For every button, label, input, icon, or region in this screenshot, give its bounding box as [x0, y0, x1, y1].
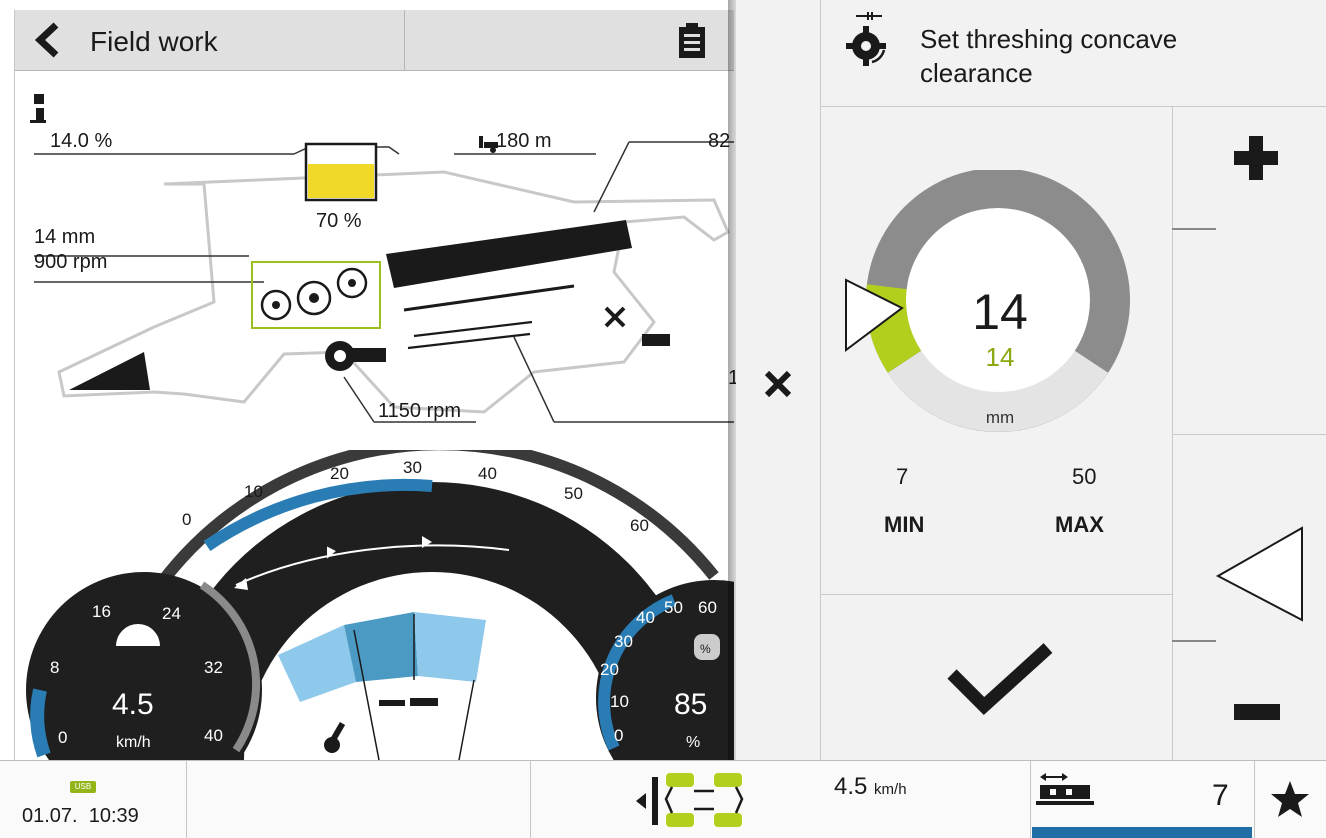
- speed-tick-16: 16: [92, 602, 111, 621]
- working-width-bar: [1032, 827, 1252, 838]
- max-label: MAX: [1055, 512, 1104, 537]
- max-value: 50: [1072, 464, 1097, 489]
- favorites-star-icon[interactable]: [1270, 779, 1310, 819]
- speed-value: 4.5: [112, 688, 154, 721]
- speed-tick-40: 40: [204, 726, 223, 745]
- drum-speed-value[interactable]: 900 rpm: [34, 251, 107, 274]
- overlay-divider-5: [1172, 434, 1326, 435]
- speed-tick-24: 24: [162, 604, 181, 623]
- svg-text:%: %: [700, 642, 711, 656]
- speed-tick-0: 0: [58, 728, 68, 747]
- main-tick-30: 30: [403, 458, 422, 477]
- status-divider-3: [1030, 761, 1031, 838]
- overlay-divider-3: [1172, 106, 1173, 760]
- plus-tick: [1172, 228, 1216, 230]
- load-tick-0: 0: [614, 726, 624, 745]
- status-speed: 4.5 km/h: [834, 773, 907, 801]
- usb-indicator: USB: [70, 781, 96, 793]
- load-bar-right: [414, 612, 486, 682]
- grain-tank-level: 70 %: [316, 210, 362, 232]
- load-tick-20: 20: [600, 660, 619, 679]
- working-width-icon: [1036, 773, 1094, 805]
- left-header: Field work: [14, 10, 734, 71]
- load-unit: %: [686, 734, 701, 751]
- increase-plus-icon[interactable]: [1232, 134, 1280, 182]
- main-tick-20: 20: [330, 464, 349, 483]
- gauge-set-value: 14: [985, 342, 1015, 372]
- distance-value: 180 m: [496, 130, 552, 152]
- speed-tick-32: 32: [204, 658, 223, 677]
- overlay-divider-4: [820, 594, 1172, 595]
- concave-clearance-value[interactable]: 14 mm: [34, 226, 95, 249]
- confirm-checkmark-icon[interactable]: [946, 640, 1056, 720]
- load-tick-30: 30: [614, 632, 633, 651]
- decrease-minus-icon[interactable]: [1234, 704, 1280, 720]
- fan-speed-value[interactable]: 1150 rpm: [378, 400, 461, 423]
- load-tick-10: 10: [610, 692, 629, 711]
- status-speed-value: 4.5: [834, 773, 868, 800]
- load-tick-50: 50: [664, 598, 683, 617]
- load-value: 85: [674, 688, 708, 721]
- speed-tick-8: 8: [50, 658, 60, 677]
- date-time: 01.07. 10:39: [22, 805, 139, 828]
- grain-moisture-icon: [30, 94, 46, 123]
- status-divider-4: [1254, 761, 1255, 838]
- main-tick-60: 60: [630, 516, 649, 535]
- status-bar: USB 01.07. 10:39 4.5 km/h 7: [0, 760, 1326, 838]
- back-chevron-icon[interactable]: [32, 22, 62, 58]
- speed-unit: km/h: [116, 734, 151, 751]
- main-tick-10: 10: [244, 482, 263, 501]
- status-divider-2: [530, 761, 531, 838]
- working-width-value[interactable]: 7: [1212, 779, 1229, 813]
- status-divider-1: [186, 761, 187, 838]
- edge-value-82: 82: [708, 130, 731, 152]
- clipboard-icon[interactable]: [676, 22, 708, 60]
- grain-tank-fill: [308, 164, 374, 198]
- load-tick-40: 40: [636, 608, 655, 627]
- machine-steering-icon[interactable]: [632, 769, 750, 829]
- main-tick-50: 50: [564, 484, 583, 503]
- close-icon[interactable]: [762, 368, 794, 400]
- min-value: 7: [896, 464, 909, 489]
- date: 01.07.: [22, 805, 78, 827]
- minus-tick: [1172, 640, 1216, 642]
- gauge-unit: mm: [985, 408, 1015, 427]
- scroll-left-triangle-icon[interactable]: [1214, 526, 1304, 622]
- main-tick-40: 40: [478, 464, 497, 483]
- moisture-value: 14.0 %: [50, 130, 113, 152]
- header-divider: [404, 10, 405, 70]
- status-speed-unit: km/h: [874, 781, 907, 798]
- gauge-current-value: 14: [972, 284, 1028, 340]
- combine-schematic: [30, 94, 734, 423]
- main-tick-0: 0: [182, 510, 192, 529]
- load-tick-60: 60: [698, 598, 717, 617]
- page-title: Field work: [90, 26, 218, 57]
- time: 10:39: [88, 805, 139, 827]
- overlay-divider-2: [820, 106, 1326, 107]
- concave-gear-icon: [846, 12, 886, 66]
- overlay-divider-1: [820, 0, 821, 760]
- panel-title: Set threshing concave clearance: [920, 24, 1178, 88]
- min-label: MIN: [884, 512, 925, 537]
